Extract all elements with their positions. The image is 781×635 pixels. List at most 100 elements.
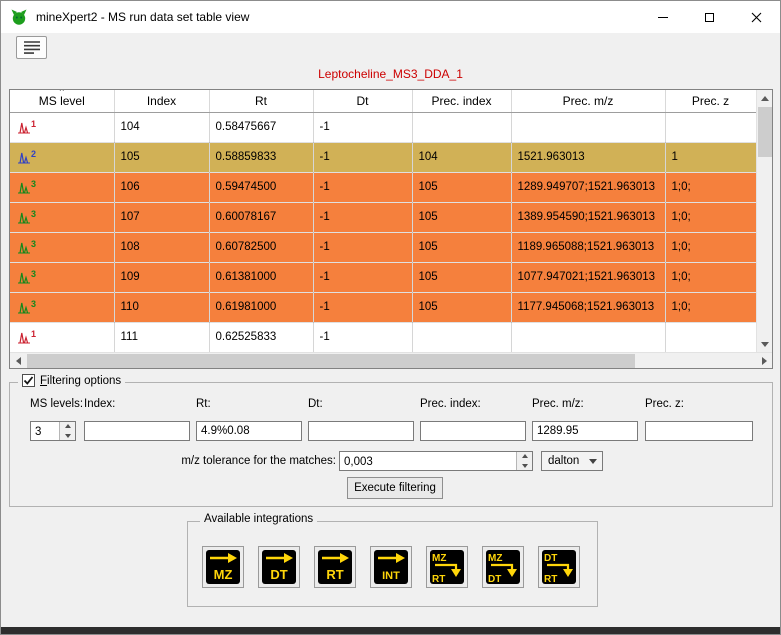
cell-prec-z[interactable]: 1;0; <box>665 172 756 202</box>
ms-levels-input[interactable] <box>31 423 58 441</box>
tolerance-spin-down-button[interactable] <box>517 461 532 470</box>
cell-prec-z[interactable]: 1;0; <box>665 292 756 322</box>
cell-index[interactable]: 104 <box>114 112 209 142</box>
cell-prec-z[interactable] <box>665 322 756 352</box>
cell-dt[interactable]: -1 <box>313 262 412 292</box>
execute-filtering-button[interactable]: Execute filtering <box>347 477 443 499</box>
cell-ms-level[interactable]: 3 <box>10 262 114 292</box>
cell-rt[interactable]: 0.59474500 <box>209 172 313 202</box>
cell-prec-mz[interactable]: 1177.945068;1521.963013 <box>511 292 665 322</box>
cell-rt[interactable]: 0.61981000 <box>209 292 313 322</box>
cell-prec-mz[interactable]: 1389.954590;1521.963013 <box>511 202 665 232</box>
col-header-index[interactable]: Index <box>114 90 209 112</box>
titlebar[interactable]: mineXpert2 - MS run data set table view <box>1 1 780 33</box>
horizontal-scroll-thumb[interactable] <box>27 354 635 368</box>
cell-dt[interactable]: -1 <box>313 322 412 352</box>
filtering-options-checkbox[interactable] <box>22 374 35 387</box>
cell-prec-z[interactable] <box>665 112 756 142</box>
cell-prec-index[interactable]: 105 <box>412 232 511 262</box>
cell-prec-mz[interactable] <box>511 322 665 352</box>
table-row[interactable]: 11110.62525833-1 <box>10 322 756 352</box>
cell-index[interactable]: 107 <box>114 202 209 232</box>
cell-index[interactable]: 106 <box>114 172 209 202</box>
cell-index[interactable]: 111 <box>114 322 209 352</box>
table-row[interactable]: 31090.61381000-11051077.947021;1521.9630… <box>10 262 756 292</box>
cell-prec-mz[interactable] <box>511 112 665 142</box>
table-row[interactable]: 31070.60078167-11051389.954590;1521.9630… <box>10 202 756 232</box>
table-row[interactable]: 31100.61981000-11051177.945068;1521.9630… <box>10 292 756 322</box>
cell-index[interactable]: 109 <box>114 262 209 292</box>
cell-rt[interactable]: 0.61381000 <box>209 262 313 292</box>
cell-prec-z[interactable]: 1;0; <box>665 232 756 262</box>
scroll-left-button[interactable] <box>10 353 26 369</box>
integrate-dt-rt-button[interactable]: DTRT <box>538 546 580 588</box>
col-header-prec-z[interactable]: Prec. z <box>665 90 756 112</box>
cell-ms-level[interactable]: 3 <box>10 232 114 262</box>
cell-prec-z[interactable]: 1;0; <box>665 202 756 232</box>
integrate-mz-dt-button[interactable]: MZDT <box>482 546 524 588</box>
index-input[interactable] <box>84 421 190 441</box>
close-button[interactable] <box>733 1 780 33</box>
cell-dt[interactable]: -1 <box>313 172 412 202</box>
col-header-dt[interactable]: Dt <box>313 90 412 112</box>
integrate-int-button[interactable]: INT <box>370 546 412 588</box>
cell-ms-level[interactable]: 1 <box>10 322 114 352</box>
cell-ms-level[interactable]: 1 <box>10 112 114 142</box>
table-row[interactable]: 31080.60782500-11051189.965088;1521.9630… <box>10 232 756 262</box>
cell-index[interactable]: 105 <box>114 142 209 172</box>
cell-dt[interactable]: -1 <box>313 292 412 322</box>
cell-dt[interactable]: -1 <box>313 142 412 172</box>
integrate-rt-button[interactable]: RT <box>314 546 356 588</box>
prec-mz-input[interactable] <box>532 421 638 441</box>
cell-index[interactable]: 108 <box>114 232 209 262</box>
cell-ms-level[interactable]: 3 <box>10 202 114 232</box>
cell-prec-index[interactable]: 105 <box>412 202 511 232</box>
cell-prec-mz[interactable]: 1289.949707;1521.963013 <box>511 172 665 202</box>
main-menu-button[interactable] <box>16 36 47 59</box>
ms-levels-spin-up-button[interactable] <box>60 422 75 431</box>
cell-ms-level[interactable]: 2 <box>10 142 114 172</box>
cell-index[interactable]: 110 <box>114 292 209 322</box>
col-header-prec-mz[interactable]: Prec. m/z <box>511 90 665 112</box>
table-row[interactable]: 31060.59474500-11051289.949707;1521.9630… <box>10 172 756 202</box>
vertical-scroll-thumb[interactable] <box>758 107 772 157</box>
cell-dt[interactable]: -1 <box>313 112 412 142</box>
prec-z-input[interactable] <box>645 421 753 441</box>
cell-prec-index[interactable]: 105 <box>412 172 511 202</box>
cell-prec-index[interactable]: 105 <box>412 262 511 292</box>
cell-ms-level[interactable]: 3 <box>10 292 114 322</box>
cell-prec-z[interactable]: 1 <box>665 142 756 172</box>
cell-prec-mz[interactable]: 1189.965088;1521.963013 <box>511 232 665 262</box>
integrate-dt-button[interactable]: DT <box>258 546 300 588</box>
horizontal-scrollbar[interactable] <box>10 352 772 368</box>
cell-prec-mz[interactable]: 1077.947021;1521.963013 <box>511 262 665 292</box>
cell-rt[interactable]: 0.60782500 <box>209 232 313 262</box>
cell-prec-mz[interactable]: 1521.963013 <box>511 142 665 172</box>
cell-ms-level[interactable]: 3 <box>10 172 114 202</box>
tolerance-spin-up-button[interactable] <box>517 452 532 461</box>
col-header-rt[interactable]: Rt <box>209 90 313 112</box>
integrate-mz-button[interactable]: MZ <box>202 546 244 588</box>
table-row[interactable]: 11040.58475667-1 <box>10 112 756 142</box>
scroll-up-button[interactable] <box>757 90 773 106</box>
mz-tolerance-input[interactable] <box>340 453 515 471</box>
prec-index-input[interactable] <box>420 421 526 441</box>
ms-levels-spin-down-button[interactable] <box>60 431 75 440</box>
table-row[interactable]: 21050.58859833-11041521.9630131 <box>10 142 756 172</box>
cell-rt[interactable]: 0.58859833 <box>209 142 313 172</box>
rt-input[interactable] <box>196 421 302 441</box>
cell-prec-z[interactable]: 1;0; <box>665 262 756 292</box>
scroll-down-button[interactable] <box>757 336 773 352</box>
cell-dt[interactable]: -1 <box>313 202 412 232</box>
col-header-prec-index[interactable]: Prec. index <box>412 90 511 112</box>
cell-rt[interactable]: 0.60078167 <box>209 202 313 232</box>
tolerance-unit-combobox[interactable]: dalton <box>541 451 603 471</box>
vertical-scrollbar[interactable] <box>756 90 772 352</box>
scroll-right-button[interactable] <box>756 353 772 369</box>
col-header-ms-level[interactable]: ^ MS level <box>10 90 114 112</box>
dt-input[interactable] <box>308 421 414 441</box>
cell-rt[interactable]: 0.58475667 <box>209 112 313 142</box>
cell-prec-index[interactable]: 105 <box>412 292 511 322</box>
cell-rt[interactable]: 0.62525833 <box>209 322 313 352</box>
cell-dt[interactable]: -1 <box>313 232 412 262</box>
